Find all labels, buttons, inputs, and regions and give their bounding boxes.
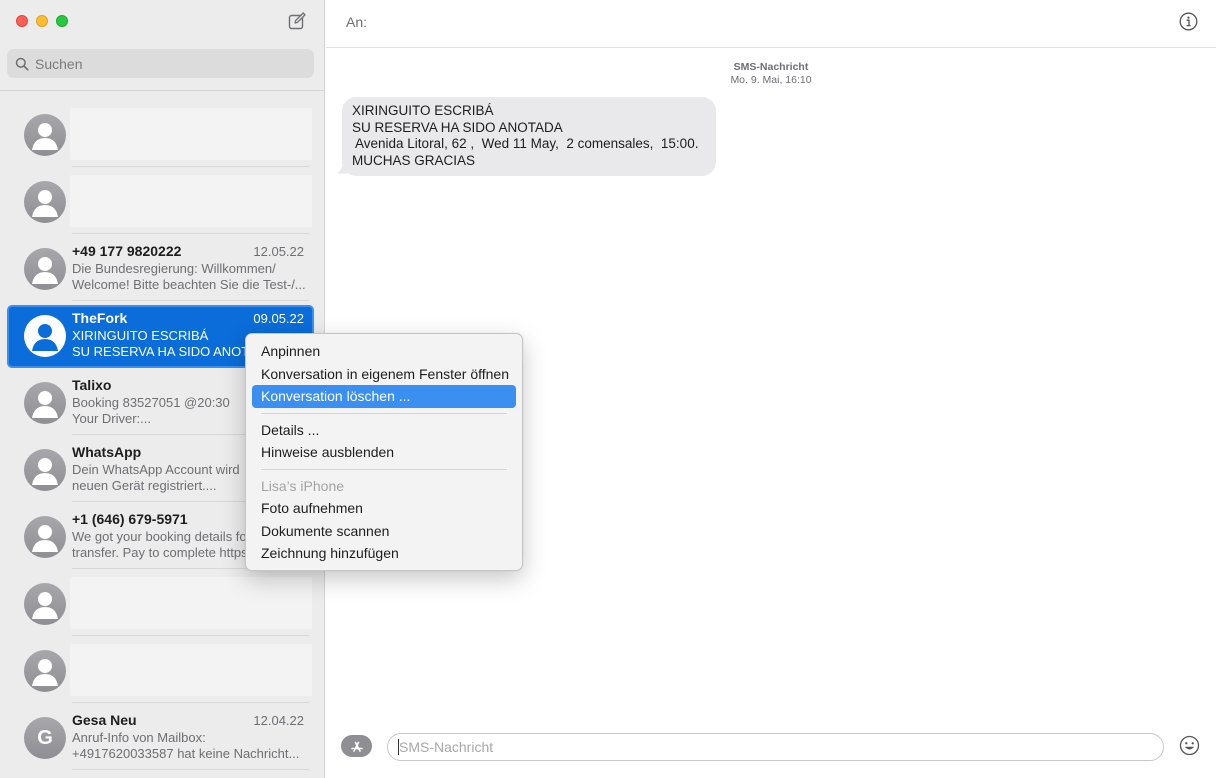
conversation-item[interactable]: [0, 569, 324, 636]
preview-line: Die Bundesregierung: Willkommen/: [72, 261, 276, 276]
conversation-name: Gesa Neu: [72, 712, 137, 728]
menu-separator: [261, 412, 507, 414]
conversation-item[interactable]: G Gesa Neu 12.04.22 Anruf-Info von Mailbox:…: [0, 703, 324, 770]
conversation-name: +49 177 9820222: [72, 243, 182, 259]
compose-icon[interactable]: [287, 11, 307, 31]
message-line: SU RESERVA HA SIDO ANOTADA: [352, 119, 563, 135]
context-menu: Anpinnen Konversation in eigenem Fenster …: [245, 333, 523, 571]
avatar: [24, 650, 66, 692]
avatar: [24, 181, 66, 223]
conversation-date: 12.05.22: [253, 244, 304, 259]
sidebar-divider: [0, 90, 324, 91]
conversation-name: TheFork: [72, 310, 128, 326]
window-controls: [16, 15, 68, 27]
row-divider: [72, 769, 309, 770]
conversation-preview: Anruf-Info von Mailbox: +4917620033587 ha…: [72, 730, 308, 762]
preview-line: +4917620033587 hat keine Nachricht...: [72, 745, 300, 761]
avatar: [24, 114, 66, 156]
menu-item[interactable]: Details ...: [252, 419, 516, 442]
message-bubble[interactable]: XIRINGUITO ESCRIBÁ SU RESERVA HA SIDO AN…: [342, 97, 716, 176]
redacted-preview: [70, 644, 312, 696]
conversation-preview: Die Bundesregierung: Willkommen/Welcome!…: [72, 261, 308, 293]
message-date: Mo. 9. Mai, 16:10: [730, 74, 812, 86]
conversation-name: +1 (646) 679-5971: [72, 511, 188, 527]
avatar: G: [24, 717, 66, 759]
info-icon[interactable]: [1179, 12, 1198, 31]
menu-item[interactable]: Hinweise ausblenden: [252, 441, 516, 464]
app-store-button[interactable]: [341, 735, 372, 757]
avatar: [24, 516, 66, 558]
avatar: [24, 382, 66, 424]
conversation-name: Talixo: [72, 377, 112, 393]
to-label: An:: [346, 14, 368, 30]
bubble-tail: [337, 160, 351, 174]
avatar: [24, 248, 66, 290]
menu-item[interactable]: Konversation löschen ...: [252, 385, 516, 408]
minimize-window-button[interactable]: [36, 15, 48, 27]
message-timestamp: SMS-Nachricht Mo. 9. Mai, 16:10: [326, 61, 1216, 87]
message-line: Avenida Litoral, 62 , Wed 11 May, 2 come…: [352, 136, 699, 151]
emoji-icon[interactable]: [1179, 735, 1200, 756]
close-window-button[interactable]: [16, 15, 28, 27]
zoom-window-button[interactable]: [56, 15, 68, 27]
message-input[interactable]: [387, 733, 1164, 761]
conversation-date: 09.05.22: [253, 311, 304, 326]
search-icon: [15, 57, 29, 71]
conversation-item[interactable]: +49 177 9820222 12.05.22 Die Bundesregieru…: [0, 234, 324, 301]
app-store-icon: [350, 741, 363, 752]
composer: [326, 724, 1216, 778]
avatar: [24, 583, 66, 625]
menu-item[interactable]: Zeichnung hinzufügen: [252, 542, 516, 565]
search-input[interactable]: [35, 55, 285, 72]
avatar: [24, 449, 66, 491]
avatar: [24, 315, 66, 357]
redacted-preview: [70, 175, 312, 227]
text-caret: [398, 739, 399, 755]
menu-item[interactable]: Anpinnen: [252, 340, 516, 363]
conversation-name: WhatsApp: [72, 444, 142, 460]
preview-line: Welcome! Bitte beachten Sie die Test-/..…: [72, 276, 306, 292]
menu-separator: [261, 468, 507, 470]
message-service-label: SMS-Nachricht: [733, 61, 809, 73]
preview-line: Anruf-Info von Mailbox:: [72, 730, 206, 745]
message-line: MUCHAS GRACIAS: [352, 152, 476, 168]
conversation-date: 12.04.22: [253, 713, 304, 728]
redacted-preview: [70, 108, 312, 160]
avatar-initial: G: [37, 726, 53, 749]
menu-item[interactable]: Foto aufnehmen: [252, 497, 516, 520]
menu-item: Lisa’s iPhone: [261, 477, 345, 494]
conversation-item[interactable]: [0, 636, 324, 703]
menu-item[interactable]: Dokumente scannen: [252, 520, 516, 543]
menu-item[interactable]: Konversation in eigenem Fenster öffnen: [252, 363, 516, 386]
conversation-item[interactable]: [0, 167, 324, 234]
conversation-item[interactable]: [0, 100, 324, 167]
redacted-preview: [70, 577, 312, 629]
message-line: XIRINGUITO ESCRIBÁ: [352, 103, 494, 118]
recipient-bar: An:: [326, 0, 1216, 48]
search-field[interactable]: [7, 49, 314, 78]
